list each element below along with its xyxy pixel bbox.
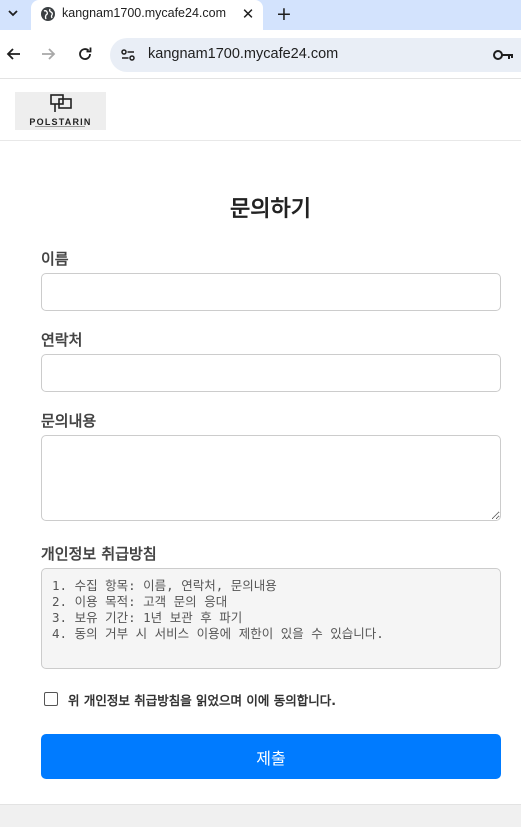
- policy-line: 2. 이용 목적: 고객 문의 응대: [52, 594, 228, 609]
- site-info-button[interactable]: [118, 45, 138, 65]
- contact-input[interactable]: [41, 354, 501, 392]
- page-title: 문의하기: [230, 197, 311, 222]
- name-label: 이름: [41, 250, 69, 268]
- footer-strip: [0, 804, 521, 827]
- browser-tab[interactable]: kangnam1700.mycafe24.com ✕: [31, 0, 263, 30]
- web-page: POLSTARIN 문의하기 이름 연락처 문의내용 개인정보 취급방침 1. …: [0, 79, 521, 827]
- reload-icon: [79, 47, 92, 60]
- privacy-policy-box[interactable]: 1. 수집 항목: 이름, 연락처, 문의내용 2. 이용 목적: 고객 문의 …: [41, 568, 501, 669]
- contact-label: 연락처: [41, 331, 83, 349]
- globe-icon: [41, 7, 55, 21]
- name-input[interactable]: [41, 273, 501, 311]
- submit-button[interactable]: 제출: [41, 734, 501, 779]
- contact-form: 문의하기 이름 연락처 문의내용 개인정보 취급방침 1. 수집 항목: 이름,…: [0, 141, 521, 803]
- reload-button[interactable]: [75, 44, 95, 64]
- arrow-right-icon: [42, 48, 56, 60]
- url-text: kangnam1700.mycafe24.com: [148, 46, 339, 62]
- tab-list-button[interactable]: [0, 0, 26, 26]
- browser-tab-bar: kangnam1700.mycafe24.com ✕ +: [0, 0, 521, 30]
- agree-checkbox[interactable]: [44, 692, 58, 706]
- message-textarea[interactable]: [41, 435, 501, 521]
- site-header: POLSTARIN: [0, 79, 521, 141]
- agree-row: 위 개인정보 취급방침을 읽었으며 이에 동의합니다.: [44, 689, 336, 709]
- policy-line: 3. 보유 기간: 1년 보관 후 파기: [52, 610, 243, 625]
- back-button[interactable]: [4, 44, 24, 64]
- close-icon[interactable]: ✕: [239, 5, 257, 23]
- agree-label[interactable]: 위 개인정보 취급방침을 읽었으며 이에 동의합니다.: [68, 690, 336, 709]
- forward-button[interactable]: [38, 44, 58, 64]
- address-bar[interactable]: kangnam1700.mycafe24.com: [110, 38, 521, 72]
- policy-line: 4. 동의 거부 시 서비스 이용에 제한이 있을 수 있습니다.: [52, 626, 384, 641]
- site-settings-icon: [121, 49, 135, 61]
- logo-text: POLSTARIN: [29, 117, 92, 127]
- arrow-left-icon: [6, 48, 20, 60]
- policy-line: 1. 수집 항목: 이름, 연락처, 문의내용: [52, 578, 277, 593]
- chevron-down-icon: [8, 10, 18, 17]
- new-tab-button[interactable]: +: [273, 3, 295, 25]
- tab-title: kangnam1700.mycafe24.com: [62, 6, 226, 20]
- privacy-policy-label: 개인정보 취급방침: [41, 545, 157, 563]
- browser-toolbar: kangnam1700.mycafe24.com: [0, 30, 521, 79]
- message-label: 문의내용: [41, 412, 97, 430]
- key-icon[interactable]: [492, 46, 516, 64]
- polstarin-logo[interactable]: POLSTARIN: [15, 92, 106, 130]
